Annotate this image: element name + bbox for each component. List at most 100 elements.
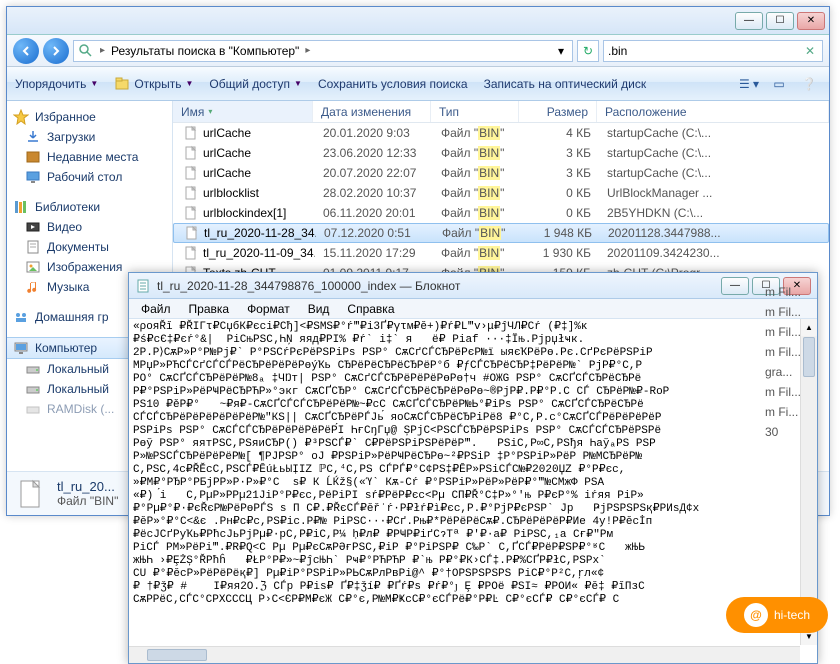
- file-icon: [183, 205, 199, 221]
- scroll-thumb[interactable]: [803, 337, 815, 377]
- back-button[interactable]: [13, 38, 39, 64]
- file-date: 07.12.2020 0:51: [316, 226, 434, 240]
- search-icon: [78, 43, 94, 59]
- file-name: tl_ru_2020-11-09_34...: [203, 246, 315, 260]
- organize-menu[interactable]: Упорядочить ▼: [15, 77, 98, 91]
- address-bar[interactable]: ▸ Результаты поиска в "Компьютер" ▸ ▾: [73, 40, 573, 62]
- file-location: startupCache (C:\...: [599, 166, 829, 180]
- forward-button[interactable]: [43, 38, 69, 64]
- notepad-menubar: Файл Правка Формат Вид Справка: [129, 299, 817, 319]
- sidebar-desktop[interactable]: Рабочий стол: [7, 167, 172, 187]
- refresh-button[interactable]: ↻: [577, 40, 599, 62]
- file-icon: [183, 125, 199, 141]
- homegroup-icon: [13, 309, 29, 325]
- sidebar-documents[interactable]: Документы: [7, 237, 172, 257]
- file-size: 4 КБ: [521, 126, 599, 140]
- sidebar-videos[interactable]: Видео: [7, 217, 172, 237]
- col-size[interactable]: Размер: [519, 101, 597, 122]
- sidebar-recent[interactable]: Недавние места: [7, 147, 172, 167]
- file-name: urlCache: [203, 126, 251, 140]
- file-date: 15.11.2020 17:29: [315, 246, 433, 260]
- sidebar-favorites[interactable]: Избранное: [7, 107, 172, 127]
- breadcrumb-dropdown[interactable]: ▾: [554, 44, 568, 58]
- breadcrumb-sep: ▸: [98, 45, 107, 56]
- file-location: startupCache (C:\...: [599, 126, 829, 140]
- file-size: 0 КБ: [521, 186, 599, 200]
- table-row[interactable]: urlCache23.06.2020 12:33Файл "BIN"3 КБst…: [173, 143, 829, 163]
- details-type: Файл "BIN": [57, 494, 118, 508]
- notepad-titlebar: tl_ru_2020-11-28_344798876_100000_index …: [129, 273, 817, 299]
- share-menu[interactable]: Общий доступ ▼: [209, 77, 302, 91]
- minimize-button[interactable]: —: [735, 12, 763, 30]
- file-location: startupCache (C:\...: [599, 146, 829, 160]
- search-input[interactable]: [608, 44, 802, 58]
- file-type: Файл "BIN": [433, 166, 521, 180]
- file-location: 20201128.3447988...: [600, 226, 828, 240]
- scroll-up-icon[interactable]: ▲: [801, 319, 817, 336]
- close-button[interactable]: ✕: [797, 12, 825, 30]
- np-minimize-button[interactable]: —: [721, 277, 749, 295]
- file-location: UrlBlockManager ...: [599, 186, 829, 200]
- desktop-icon: [25, 169, 41, 185]
- table-row[interactable]: tl_ru_2020-11-09_34...15.11.2020 17:29Фа…: [173, 243, 829, 263]
- maximize-button[interactable]: ☐: [766, 12, 794, 30]
- open-menu[interactable]: Открыть ▼: [114, 76, 193, 92]
- menu-format[interactable]: Формат: [239, 300, 298, 318]
- table-row[interactable]: urlCache20.07.2020 22:07Файл "BIN"3 КБst…: [173, 163, 829, 183]
- file-name: urlCache: [203, 166, 251, 180]
- scroll-thumb-h[interactable]: [147, 649, 207, 661]
- menu-file[interactable]: Файл: [133, 300, 179, 318]
- col-type[interactable]: Тип: [431, 101, 519, 122]
- menu-help[interactable]: Справка: [339, 300, 402, 318]
- save-search-button[interactable]: Сохранить условия поиска: [318, 77, 468, 91]
- file-location: 2B5YHDKN (C:\...: [599, 206, 829, 220]
- col-name[interactable]: Имя▾: [173, 101, 313, 122]
- help-button[interactable]: ❔: [797, 73, 821, 95]
- pictures-icon: [25, 259, 41, 275]
- file-type: Файл "BIN": [433, 186, 521, 200]
- menu-view[interactable]: Вид: [300, 300, 338, 318]
- chevron-down-icon: ▼: [294, 79, 302, 88]
- file-name: urlCache: [203, 146, 251, 160]
- table-row[interactable]: tl_ru_2020-11-28_34...07.12.2020 0:51Фай…: [173, 223, 829, 243]
- file-date: 20.01.2020 9:03: [315, 126, 433, 140]
- file-icon: [183, 245, 199, 261]
- burn-button[interactable]: Записать на оптический диск: [484, 77, 647, 91]
- video-icon: [25, 219, 41, 235]
- col-date[interactable]: Дата изменения: [313, 101, 431, 122]
- file-size: 3 КБ: [521, 146, 599, 160]
- table-row[interactable]: urlblockindex[1]06.11.2020 20:01Файл "BI…: [173, 203, 829, 223]
- file-name: urlblocklist: [203, 186, 259, 200]
- drive-icon: [25, 361, 41, 377]
- notepad-icon: [135, 278, 151, 294]
- menu-edit[interactable]: Правка: [181, 300, 238, 318]
- star-icon: [13, 109, 29, 125]
- view-options-button[interactable]: ☰ ▾: [737, 73, 761, 95]
- preview-pane-button[interactable]: ▭: [767, 73, 791, 95]
- at-icon: @: [744, 603, 768, 627]
- table-row[interactable]: urlblocklist28.02.2020 10:37Файл "BIN"0 …: [173, 183, 829, 203]
- clear-search-icon[interactable]: ✕: [802, 44, 818, 58]
- file-name: urlblockindex[1]: [203, 206, 286, 220]
- col-location[interactable]: Расположение: [597, 101, 829, 122]
- open-icon: [114, 76, 130, 92]
- search-box[interactable]: ✕: [603, 40, 823, 62]
- breadcrumb-text: Результаты поиска в "Компьютер": [111, 44, 299, 58]
- file-date: 06.11.2020 20:01: [315, 206, 433, 220]
- column-headers: Имя▾ Дата изменения Тип Размер Расположе…: [173, 101, 829, 123]
- table-row[interactable]: urlCache 20.01.2020 9:03Файл "BIN"4 КБsta…: [173, 123, 829, 143]
- sidebar-libraries[interactable]: Библиотеки: [7, 197, 172, 217]
- explorer-titlebar: — ☐ ✕: [7, 7, 829, 35]
- notepad-title: tl_ru_2020-11-28_344798876_100000_index …: [157, 279, 460, 293]
- drive-icon: [25, 381, 41, 397]
- details-name: tl_ru_20...: [57, 479, 118, 494]
- music-icon: [25, 279, 41, 295]
- sidebar-downloads[interactable]: Загрузки: [7, 127, 172, 147]
- file-type: Файл "BIN": [433, 126, 521, 140]
- file-icon: [15, 478, 47, 510]
- documents-icon: [25, 239, 41, 255]
- notepad-textarea[interactable]: «ροяŘĭ ₽ŘΙΓτ₽СџбК₽єсі₽Сђ]<₽ЅМЅ₽°ŕ‴₽і3Ґ₽γ…: [129, 319, 817, 645]
- download-icon: [25, 129, 41, 145]
- file-size: 0 КБ: [521, 206, 599, 220]
- file-location: 20201109.3424230...: [599, 246, 829, 260]
